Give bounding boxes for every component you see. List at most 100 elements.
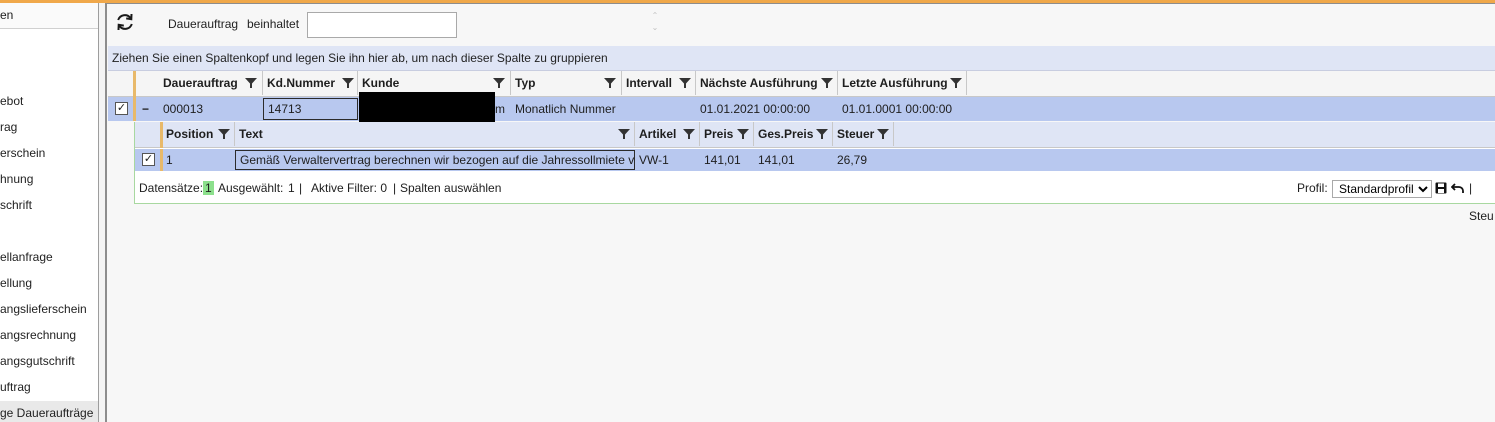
filter-icon[interactable] — [950, 77, 962, 89]
filter-operator-label[interactable]: beinhaltet — [247, 16, 299, 32]
sidebar-item-eingangslieferschein[interactable]: angslieferschein — [0, 297, 98, 321]
column-header-label: Text — [239, 127, 263, 141]
column-header-label: Nächste Ausführung — [700, 76, 818, 90]
search-input[interactable] — [307, 12, 457, 38]
column-header-label: Dauerauftrag — [163, 76, 238, 90]
column-header-letzte-ausfuehrung[interactable]: Letzte Ausführung — [838, 71, 967, 95]
grid-status-bar: Datensätze: 1 Ausgewählt: 1 | Aktive Fil… — [135, 174, 1495, 223]
grid-data-row[interactable]: ✓ − 000013 14713 m Monatlich Nummer 01.0… — [108, 92, 1495, 126]
sidebar-item-bestellanfrage[interactable]: ellanfrage — [0, 245, 98, 269]
sidebar-item-angebot[interactable]: ebot — [0, 89, 98, 113]
profile-label: Profil: — [1297, 181, 1328, 195]
sidebar-item-label: ebot — [0, 94, 24, 108]
sidebar-item-ausstehende-dauerauftraege[interactable]: ge Daueraufträge — [0, 401, 98, 422]
detail-data-row[interactable]: ✓ 1 Gemäß Verwaltervertrag berechnen wir… — [135, 149, 1495, 171]
detail-header-row: Position Text Artikel Preis Ges.Preis St… — [135, 122, 1495, 148]
cell-kunde[interactable]: m — [493, 97, 511, 121]
sidebar-item-auftrag[interactable]: rag — [0, 115, 98, 139]
filter-icon[interactable] — [218, 128, 230, 140]
row-indicator-bar — [133, 97, 136, 121]
redacted-customer-name — [359, 92, 495, 126]
sidebar-item-label: angsrechnung — [0, 328, 77, 342]
cell-position[interactable]: 1 — [162, 149, 235, 171]
column-header-label: Position — [166, 127, 214, 141]
filter-icon[interactable] — [493, 77, 505, 89]
filter-icon[interactable] — [342, 77, 354, 89]
column-header-label: Ges.Preis — [758, 127, 814, 141]
spinner-arrows-icon[interactable]: ⌃ ⌄ — [648, 10, 662, 38]
sidebar-item-eingangsgutschrift[interactable]: angsgutschrift — [0, 349, 98, 373]
sidebar-item-label: rag — [0, 120, 18, 134]
cell-kd-nummer[interactable]: 14713 — [263, 98, 358, 120]
filter-icon[interactable] — [816, 128, 828, 140]
sidebar-item-gutschrift[interactable]: schrift — [0, 193, 98, 217]
column-header-intervall[interactable]: Intervall — [622, 71, 696, 95]
sidebar-item-label: erschein — [0, 146, 46, 160]
steuer-link-truncated[interactable]: | Steu — [1469, 174, 1495, 230]
detail-row-select-checkbox[interactable]: ✓ — [142, 153, 155, 166]
records-label: Datensätze: — [139, 181, 204, 195]
filter-icon[interactable] — [737, 128, 749, 140]
cell-letzte-ausfuehrung[interactable]: 01.01.0001 00:00:00 — [838, 97, 967, 121]
column-header-label: Letzte Ausführung — [842, 76, 948, 90]
collapse-row-button[interactable]: − — [138, 97, 158, 121]
navigation-sidebar: en ebot rag erschein hnung schrift ellan… — [0, 3, 99, 422]
column-header-preis[interactable]: Preis — [700, 122, 754, 146]
separator: | — [299, 181, 303, 195]
cell-naechste-ausfuehrung[interactable]: 01.01.2021 00:00:00 — [696, 97, 838, 121]
column-header-naechste-ausfuehrung[interactable]: Nächste Ausführung — [696, 71, 838, 95]
column-header-text[interactable]: Text — [235, 122, 635, 146]
main-panel: Dauerauftrag beinhaltet ⌃ ⌄ Ziehen Sie ei… — [105, 3, 1495, 422]
column-header-kd-nummer[interactable]: Kd.Nummer — [263, 71, 358, 95]
sidebar-item-rechnung[interactable]: hnung — [0, 167, 98, 191]
column-header-dauerauftrag[interactable]: Dauerauftrag — [159, 71, 263, 95]
sidebar-item-label: ellanfrage — [0, 250, 53, 264]
separator: | — [393, 181, 397, 195]
group-by-panel[interactable]: Ziehen Sie einen Spaltenkopf und legen S… — [108, 46, 1495, 71]
column-header-label: Artikel — [639, 127, 677, 141]
filter-icon[interactable] — [683, 128, 695, 140]
column-header-artikel[interactable]: Artikel — [635, 122, 700, 146]
column-header-position[interactable]: Position — [162, 122, 235, 146]
filter-icon[interactable] — [245, 77, 257, 89]
column-header-label: Typ — [515, 76, 536, 90]
filter-icon[interactable] — [821, 77, 833, 89]
cell-steuer[interactable]: 26,79 — [833, 149, 894, 171]
cell-preis[interactable]: 141,01 — [700, 149, 754, 171]
sidebar-item-label: schrift — [0, 198, 33, 212]
sidebar-header-label: en — [0, 8, 14, 22]
row-select-checkbox[interactable]: ✓ — [115, 102, 128, 115]
filter-field-label[interactable]: Dauerauftrag — [168, 16, 238, 32]
sidebar-item-label: ellung — [0, 276, 33, 290]
cell-intervall[interactable] — [622, 97, 696, 121]
sidebar-item-label: hnung — [0, 172, 34, 186]
column-header-label: Kd.Nummer — [267, 76, 336, 90]
sidebar-item-dauerauftrag[interactable]: uftrag — [0, 375, 98, 399]
selected-count: 1 — [288, 181, 295, 195]
cell-dauerauftrag[interactable]: 000013 — [159, 97, 263, 121]
active-filter-label: Aktive Filter: 0 — [311, 181, 388, 195]
sidebar-item-bestellung[interactable]: ellung — [0, 271, 98, 295]
sidebar-item-lieferschein[interactable]: erschein — [0, 141, 98, 165]
save-icon[interactable] — [1435, 182, 1447, 194]
column-header-typ[interactable]: Typ — [511, 71, 622, 95]
filter-icon[interactable] — [618, 128, 630, 140]
select-columns-link[interactable]: Spalten auswählen — [400, 174, 501, 202]
filter-icon[interactable] — [679, 77, 691, 89]
cell-typ[interactable]: Monatlich Nummer — [511, 97, 622, 121]
filter-icon[interactable] — [604, 77, 616, 89]
sidebar-item-eingangsrechnung[interactable]: angsrechnung — [0, 323, 98, 347]
selected-label: Ausgewählt: — [218, 181, 284, 195]
column-header-steuer[interactable]: Steuer — [833, 122, 894, 146]
sidebar-item-label: angslieferschein — [0, 302, 87, 316]
filter-icon[interactable] — [877, 128, 889, 140]
profile-select[interactable]: Standardprofil — [1332, 180, 1432, 198]
refresh-icon[interactable] — [114, 11, 136, 33]
column-header-label: Kunde — [362, 76, 400, 90]
sidebar-item-label: ge Daueraufträge — [0, 406, 94, 420]
cell-text[interactable]: Gemäß Verwaltervertrag berechnen wir bez… — [235, 150, 635, 170]
undo-icon[interactable] — [1451, 182, 1465, 194]
column-header-ges-preis[interactable]: Ges.Preis — [754, 122, 833, 146]
cell-ges-preis[interactable]: 141,01 — [754, 149, 833, 171]
cell-artikel[interactable]: VW-1 — [635, 149, 700, 171]
